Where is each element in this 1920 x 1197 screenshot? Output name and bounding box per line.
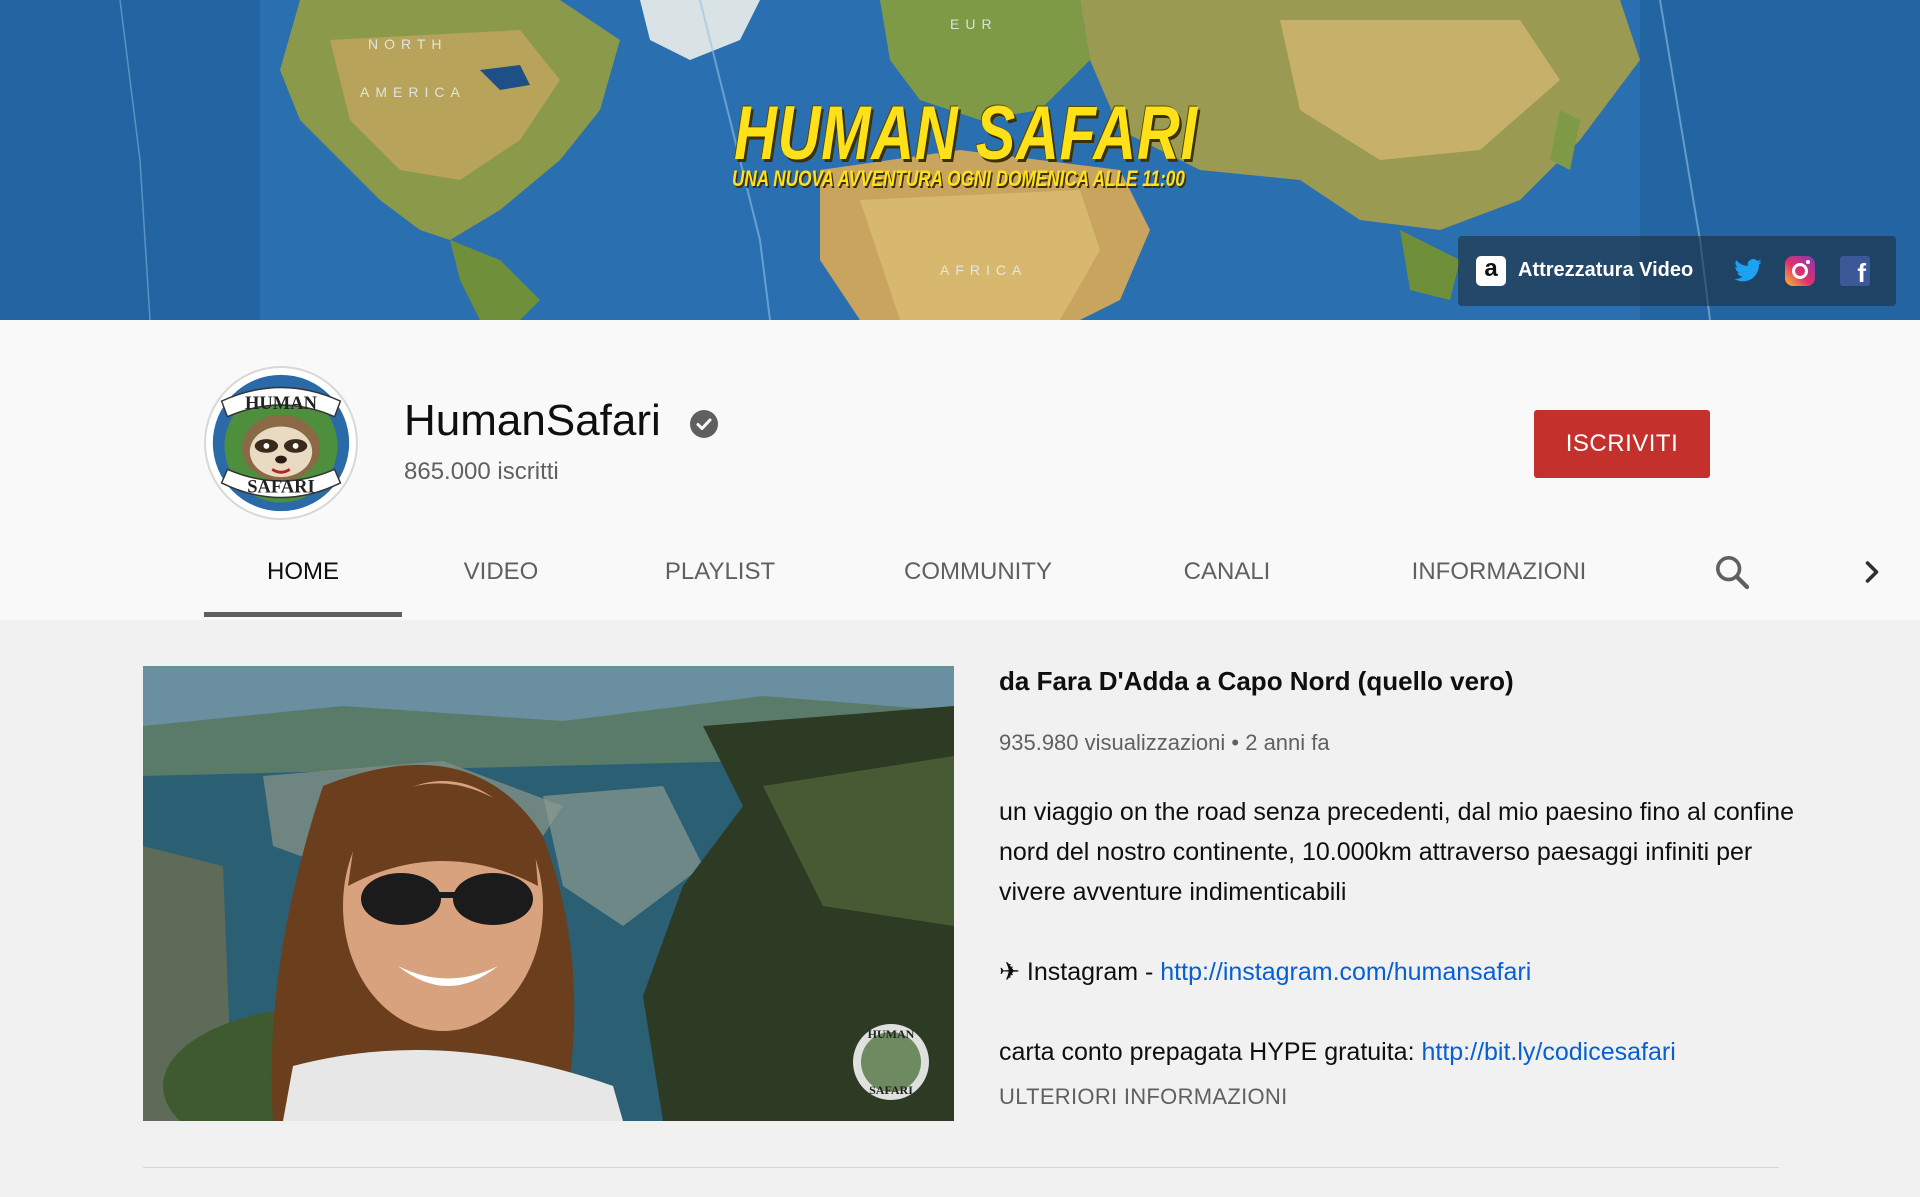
tab-informazioni[interactable]: INFORMAZIONI [1338, 532, 1660, 616]
chevron-right-icon[interactable] [1854, 554, 1890, 590]
watermark-text-bottom: SAFARI [869, 1083, 913, 1097]
meta-separator: • [1231, 730, 1240, 755]
view-count: 935.980 visualizzazioni [999, 730, 1226, 755]
avatar-text-top: HUMAN [245, 394, 318, 414]
active-tab-indicator [204, 612, 402, 617]
youtube-channel-page: NORTH AMERICA EUR AFRICA HUMAN SAFARI UN… [0, 0, 1920, 1197]
verified-check-icon [690, 410, 718, 438]
banner-title: HUMAN SAFARI [734, 91, 1198, 176]
instagram-icon[interactable] [1785, 256, 1815, 286]
sloth-logo-icon: HUMAN SAFARI [206, 368, 356, 518]
description-text: un viaggio on the road senza precedenti,… [999, 798, 1794, 906]
featured-video-description: un viaggio on the road senza precedenti,… [999, 792, 1799, 1072]
video-thumbnail: HUMAN SAFARI [143, 666, 954, 1121]
hype-link[interactable]: http://bit.ly/codicesafari [1421, 1038, 1675, 1066]
more-info-link[interactable]: ULTERIORI INFORMAZIONI [999, 1084, 1288, 1110]
instagram-link[interactable]: http://instagram.com/humansafari [1160, 958, 1531, 986]
subscriber-count: 865.000 iscritti [404, 458, 559, 485]
map-label-africa: AFRICA [940, 262, 1028, 278]
tab-community[interactable]: COMMUNITY [840, 532, 1116, 616]
avatar-text-bottom: SAFARI [247, 478, 315, 498]
map-label-america: AMERICA [360, 84, 466, 100]
map-label-north: NORTH [368, 36, 448, 52]
tab-video[interactable]: VIDEO [402, 532, 600, 616]
channel-banner: NORTH AMERICA EUR AFRICA HUMAN SAFARI UN… [0, 0, 1920, 320]
hype-line: carta conto prepagata HYPE gratuita: htt… [999, 1032, 1799, 1072]
banner-links: a Attrezzatura Video f [1458, 236, 1896, 306]
channel-avatar[interactable]: HUMAN SAFARI [204, 366, 358, 520]
channel-name: HumanSafari [404, 396, 661, 445]
tab-canali[interactable]: CANALI [1116, 532, 1338, 616]
featured-video-player[interactable]: HUMAN SAFARI [143, 666, 954, 1121]
tab-home[interactable]: HOME [204, 532, 402, 616]
channel-header: HUMAN SAFARI HumanSafari 865.000 iscritt… [0, 336, 1920, 620]
search-icon[interactable] [1712, 552, 1752, 592]
featured-video-meta: 935.980 visualizzazioni • 2 anni fa [999, 730, 1330, 756]
twitter-icon[interactable] [1733, 256, 1763, 286]
upload-age: 2 anni fa [1245, 730, 1330, 755]
banner-subtitle: UNA NUOVA AVVENTURA OGNI DOMENICA ALLE 1… [732, 166, 1185, 191]
section-divider [143, 1167, 1779, 1168]
channel-tabs: HOME VIDEO PLAYLIST COMMUNITY CANALI INF… [204, 532, 1904, 620]
tab-playlist[interactable]: PLAYLIST [600, 532, 840, 616]
home-content: HUMAN SAFARI da Fara D'Adda a Capo Nord … [0, 620, 1920, 1197]
facebook-icon[interactable]: f [1840, 256, 1870, 286]
subscribe-button[interactable]: ISCRIVITI [1534, 410, 1710, 478]
featured-video-title[interactable]: da Fara D'Adda a Capo Nord (quello vero) [999, 666, 1514, 697]
map-label-europe: EUR [950, 16, 998, 32]
watermark-text-top: HUMAN [868, 1027, 915, 1041]
amazon-link[interactable]: Attrezzatura Video [1518, 259, 1693, 282]
instagram-prefix: ✈ Instagram - [999, 958, 1161, 986]
instagram-line: ✈ Instagram - http://instagram.com/human… [999, 952, 1799, 992]
amazon-icon[interactable]: a [1476, 256, 1506, 286]
hype-prefix: carta conto prepagata HYPE gratuita: [999, 1038, 1422, 1066]
